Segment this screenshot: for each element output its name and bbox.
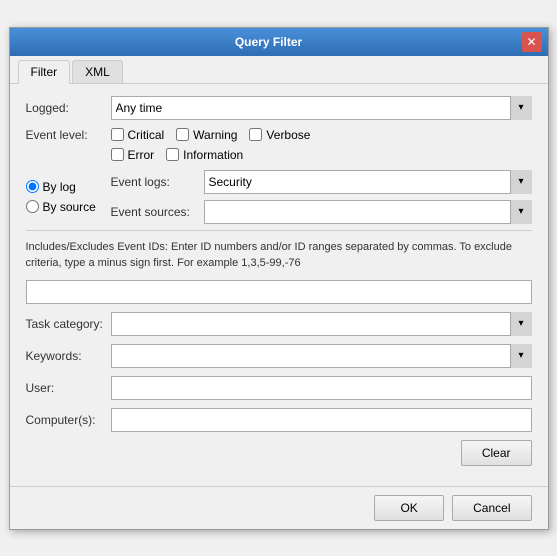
- keywords-select[interactable]: [111, 344, 532, 368]
- radio-section: By log By source Event logs: Security ▾: [26, 170, 532, 224]
- error-checkbox-item: Error: [111, 148, 155, 162]
- event-logs-select[interactable]: Security: [204, 170, 532, 194]
- query-filter-window: Query Filter ✕ Filter XML Logged: Any ti…: [9, 27, 549, 530]
- event-fields: Event logs: Security ▾ Event sources:: [111, 170, 532, 224]
- warning-checkbox-item: Warning: [176, 128, 237, 142]
- window-title: Query Filter: [16, 35, 522, 49]
- description-text: Includes/Excludes Event IDs: Enter ID nu…: [26, 230, 532, 272]
- tab-xml[interactable]: XML: [72, 60, 123, 83]
- event-level-label: Event level:: [26, 128, 111, 142]
- error-label: Error: [128, 148, 155, 162]
- by-source-radio[interactable]: [26, 200, 39, 213]
- title-bar: Query Filter ✕: [10, 28, 548, 56]
- critical-label: Critical: [128, 128, 165, 142]
- by-log-radio[interactable]: [26, 180, 39, 193]
- error-checkbox[interactable]: [111, 148, 124, 161]
- ok-button[interactable]: OK: [374, 495, 444, 521]
- event-sources-row: Event sources: ▾: [111, 200, 532, 224]
- computers-label: Computer(s):: [26, 413, 111, 427]
- computers-row: Computer(s): <All Computers>: [26, 408, 532, 432]
- radio-column: By log By source: [26, 180, 111, 214]
- event-logs-label: Event logs:: [111, 175, 196, 189]
- task-category-select-wrapper: ▾: [111, 312, 532, 336]
- bottom-buttons: OK Cancel: [10, 486, 548, 529]
- cancel-button[interactable]: Cancel: [452, 495, 531, 521]
- task-category-label: Task category:: [26, 317, 111, 331]
- logged-label: Logged:: [26, 101, 111, 115]
- logged-row: Logged: Any time Last hour Last 12 hours…: [26, 96, 532, 120]
- event-logs-row: Event logs: Security ▾: [111, 170, 532, 194]
- user-label: User:: [26, 381, 111, 395]
- by-source-label: By source: [43, 200, 96, 214]
- information-checkbox-item: Information: [166, 148, 243, 162]
- critical-checkbox[interactable]: [111, 128, 124, 141]
- keywords-label: Keywords:: [26, 349, 111, 363]
- event-sources-label: Event sources:: [111, 205, 196, 219]
- warning-checkbox[interactable]: [176, 128, 189, 141]
- critical-checkbox-item: Critical: [111, 128, 165, 142]
- task-category-row: Task category: ▾: [26, 312, 532, 336]
- task-category-select[interactable]: [111, 312, 532, 336]
- filter-content: Logged: Any time Last hour Last 12 hours…: [10, 84, 548, 486]
- verbose-checkbox-item: Verbose: [249, 128, 310, 142]
- user-input[interactable]: <All Users>: [111, 376, 532, 400]
- warning-label: Warning: [193, 128, 237, 142]
- information-checkbox[interactable]: [166, 148, 179, 161]
- clear-row: Clear: [26, 440, 532, 466]
- clear-button[interactable]: Clear: [461, 440, 532, 466]
- by-log-radio-item[interactable]: By log: [26, 180, 111, 194]
- logged-select[interactable]: Any time Last hour Last 12 hours Last 24…: [111, 96, 532, 120]
- logged-select-wrapper: Any time Last hour Last 12 hours Last 24…: [111, 96, 532, 120]
- error-info-row: Error Information: [26, 148, 532, 162]
- keywords-select-wrapper: ▾: [111, 344, 532, 368]
- user-row: User: <All Users>: [26, 376, 532, 400]
- event-sources-select[interactable]: [204, 200, 532, 224]
- by-log-label: By log: [43, 180, 76, 194]
- verbose-checkbox[interactable]: [249, 128, 262, 141]
- event-sources-select-wrapper: ▾: [204, 200, 532, 224]
- event-logs-select-wrapper: Security ▾: [204, 170, 532, 194]
- event-id-row: 4776: [26, 280, 532, 304]
- keywords-row: Keywords: ▾: [26, 344, 532, 368]
- tab-filter[interactable]: Filter: [18, 60, 71, 84]
- tab-bar: Filter XML: [10, 56, 548, 84]
- computers-input[interactable]: <All Computers>: [111, 408, 532, 432]
- verbose-label: Verbose: [266, 128, 310, 142]
- close-button[interactable]: ✕: [522, 32, 542, 52]
- event-level-row: Event level: Critical Warning Verbose: [26, 128, 532, 142]
- by-source-radio-item[interactable]: By source: [26, 200, 111, 214]
- information-label: Information: [183, 148, 243, 162]
- event-id-input[interactable]: 4776: [26, 280, 532, 304]
